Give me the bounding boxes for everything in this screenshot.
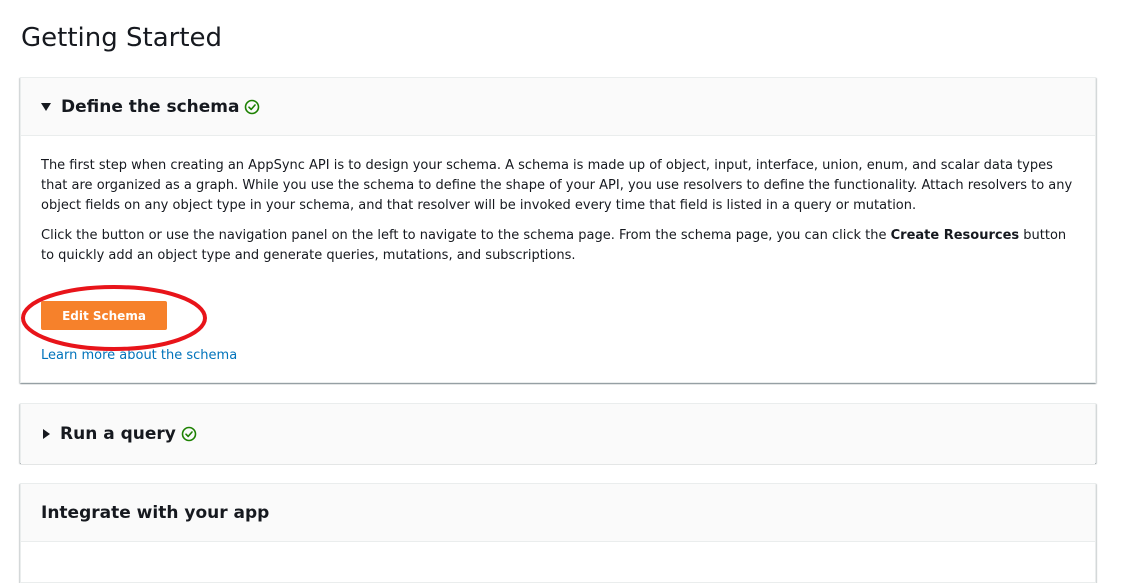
define-schema-body: The first step when creating an AppSync … (21, 136, 1095, 366)
schema-description: The first step when creating an AppSync … (41, 158, 1073, 213)
run-query-header[interactable]: Run a query (21, 404, 1095, 464)
integrate-header: Integrate with your app (21, 484, 1095, 542)
run-query-panel: Run a query (20, 403, 1096, 464)
run-query-title: Run a query (60, 424, 176, 444)
edit-schema-button[interactable]: Edit Schema (41, 301, 167, 330)
check-circle-icon (245, 99, 260, 114)
integrate-panel: Integrate with your app (20, 483, 1096, 583)
define-schema-header[interactable]: Define the schema (21, 78, 1095, 136)
caret-right-icon[interactable] (43, 429, 50, 439)
define-schema-title: Define the schema (61, 96, 240, 117)
button-area: Edit Schema (41, 276, 1075, 336)
integrate-title: Integrate with your app (41, 502, 270, 523)
caret-down-icon[interactable] (41, 102, 51, 111)
instructions-text-start: Click the button or use the navigation p… (41, 228, 891, 243)
check-circle-icon (181, 426, 197, 442)
define-schema-panel: Define the schema The first step when cr… (20, 77, 1096, 383)
schema-instructions: Click the button or use the navigation p… (41, 226, 1075, 266)
learn-more-link[interactable]: Learn more about the schema (41, 346, 1075, 366)
create-resources-label: Create Resources (890, 228, 1020, 243)
page-title: Getting Started (21, 23, 223, 53)
